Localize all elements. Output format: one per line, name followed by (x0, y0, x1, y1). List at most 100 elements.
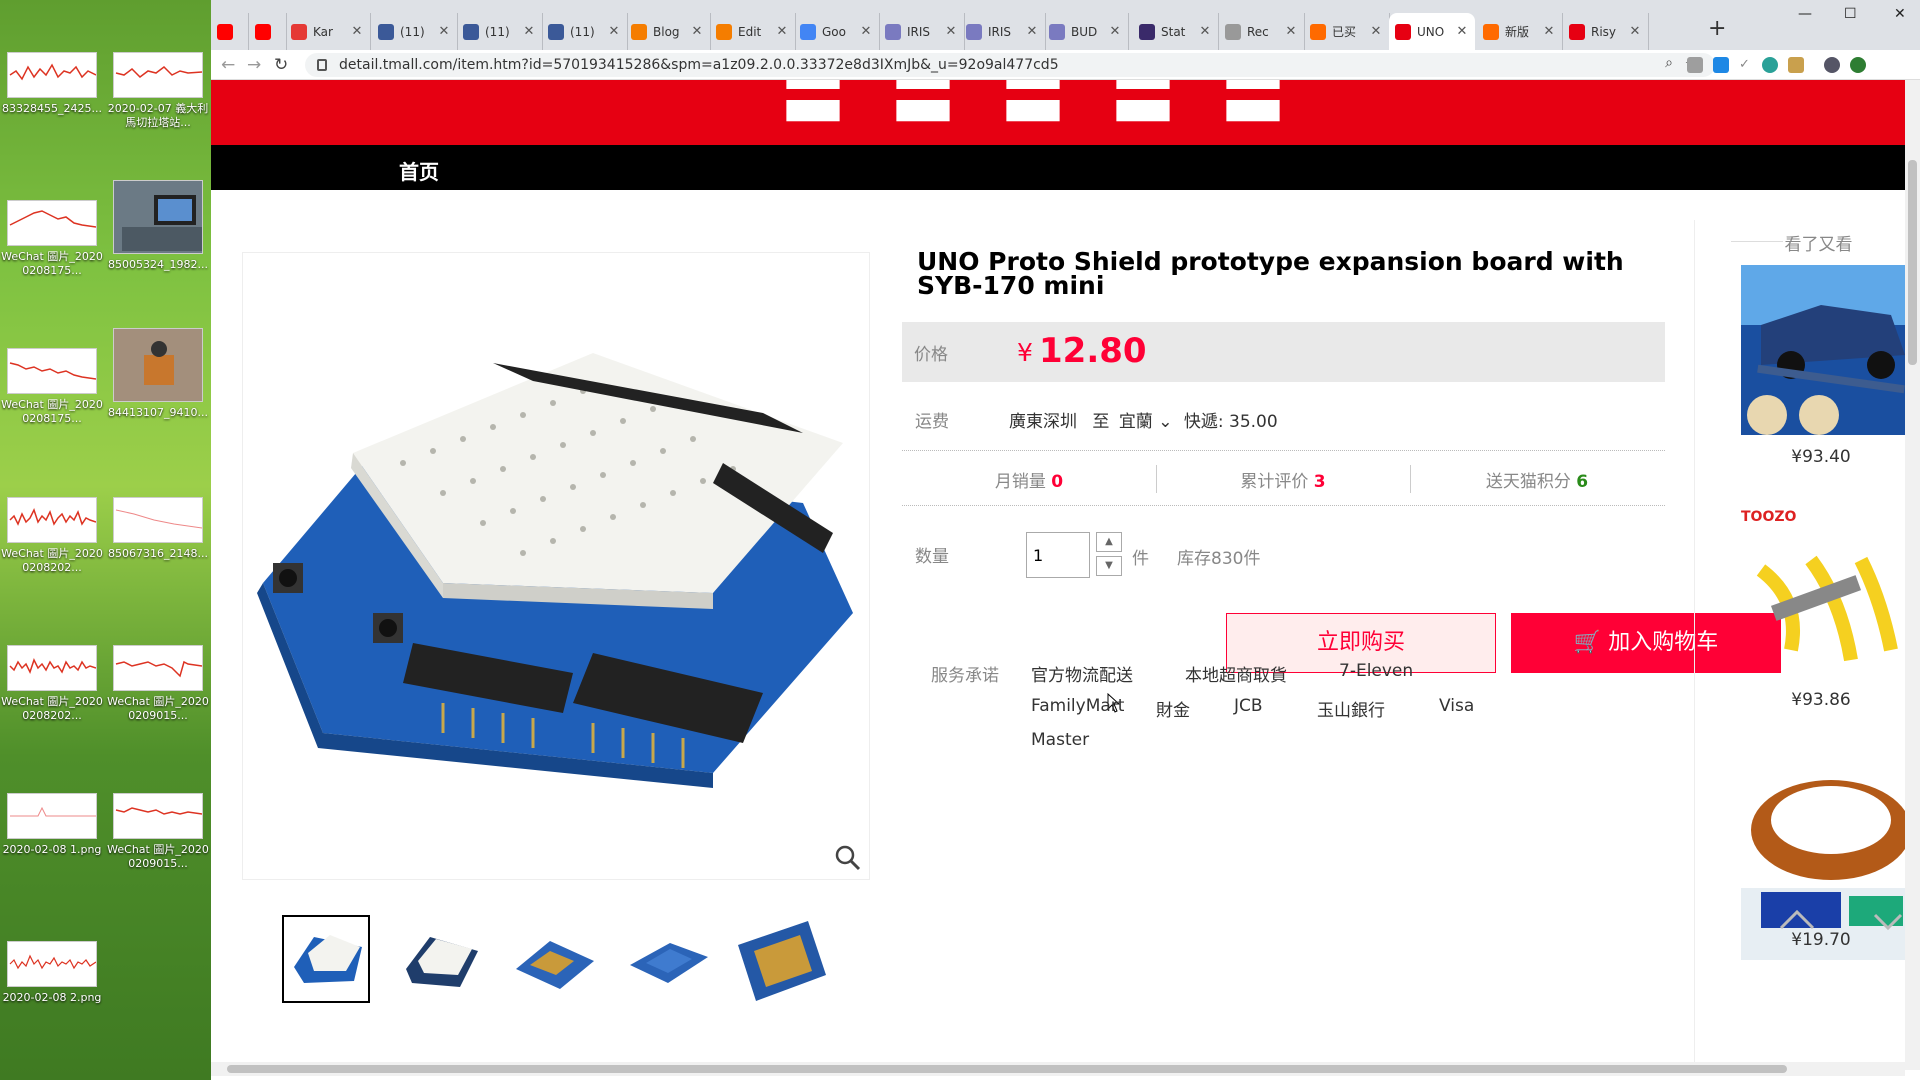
browser-tab[interactable]: (11) ✕ (372, 13, 458, 50)
product-thumbnail[interactable] (624, 915, 712, 1003)
product-thumbnail[interactable] (738, 915, 826, 1003)
desktop-file-icon[interactable]: WeChat 圖片_20200209015... (106, 645, 210, 723)
facebook-icon (463, 23, 479, 40)
quantity-increase-button[interactable]: ▲ (1096, 532, 1122, 552)
close-tab-icon[interactable]: ✕ (607, 24, 621, 39)
zoom-icon[interactable]: ⌕ (1665, 55, 1673, 71)
browser-tab[interactable]: Risy ✕ (1563, 13, 1649, 50)
browser-tab[interactable]: Stat ✕ (1133, 13, 1219, 50)
back-button[interactable]: ← (221, 55, 235, 75)
address-bar[interactable]: detail.tmall.com/item.htm?id=57019341528… (305, 53, 1715, 77)
scroll-up-icon[interactable] (1779, 908, 1815, 930)
check-extension-icon[interactable]: ✓ (1739, 57, 1755, 73)
close-tab-icon[interactable]: ✕ (1284, 24, 1298, 39)
extension-off-icon[interactable] (1713, 57, 1729, 73)
vertical-scrollbar[interactable] (1905, 80, 1920, 1070)
desktop-file-icon[interactable]: 85005324_1982... (106, 180, 210, 272)
chevron-down-icon[interactable] (1873, 913, 1903, 931)
service-item[interactable]: 玉山銀行 (1317, 696, 1385, 721)
desktop-file-icon[interactable]: 83328455_2425... (0, 52, 104, 116)
product-thumbnail[interactable] (282, 915, 370, 1003)
service-item[interactable]: JCB (1234, 696, 1263, 716)
browser-tab[interactable]: Edit ✕ (710, 13, 796, 50)
close-tab-icon[interactable]: ✕ (1198, 24, 1212, 39)
service-item[interactable]: 官方物流配送 (1031, 661, 1133, 686)
desktop-file-icon[interactable]: 2020-02-07 義大利馬切拉塔站... (106, 52, 210, 130)
extension-badge-icon[interactable] (1762, 57, 1778, 73)
close-tab-icon[interactable]: ✕ (1628, 24, 1642, 39)
browser-tab[interactable]: 新版 ✕ (1477, 13, 1563, 50)
browser-tab[interactable]: BUD ✕ (1043, 13, 1129, 50)
close-tab-icon[interactable]: ✕ (1369, 24, 1383, 39)
desktop-file-icon[interactable]: WeChat 圖片_20200209015... (106, 793, 210, 871)
services-label: 服务承诺 (931, 666, 999, 686)
maximize-button[interactable]: ☐ (1844, 6, 1857, 22)
browser-tab[interactable]: Goo ✕ (794, 13, 880, 50)
zoom-magnifier-icon[interactable] (835, 845, 861, 871)
browser-tab[interactable]: (11) ✕ (457, 13, 543, 50)
desktop-file-icon[interactable]: WeChat 圖片_20200208202... (0, 497, 104, 575)
recommended-item[interactable]: ¥93.40 (1741, 265, 1905, 470)
browser-tab[interactable]: Blog ✕ (625, 13, 711, 50)
close-tab-icon[interactable]: ✕ (350, 24, 364, 39)
product-thumbnail[interactable] (396, 915, 484, 1003)
service-item[interactable]: 財金 (1156, 696, 1190, 721)
browser-tab[interactable]: UNO ✕ (1389, 13, 1475, 50)
new-tab-button[interactable]: + (1708, 16, 1726, 41)
quantity-input[interactable] (1026, 532, 1090, 578)
scrollbar-thumb[interactable] (1908, 160, 1917, 365)
chart-thumbnail (7, 497, 97, 543)
browser-tab[interactable] (249, 13, 287, 50)
close-tab-icon[interactable]: ✕ (437, 24, 451, 39)
minimize-button[interactable]: — (1798, 6, 1812, 22)
browser-tab[interactable]: 已买 ✕ (1304, 13, 1390, 50)
service-item[interactable]: 本地超商取貨 (1185, 661, 1287, 686)
browser-tab[interactable]: IRIS ✕ (879, 13, 965, 50)
close-tab-icon[interactable]: ✕ (775, 24, 789, 39)
browser-tab[interactable]: IRIS ✕ (960, 13, 1046, 50)
extension-icon[interactable] (1687, 57, 1703, 73)
product-main-image[interactable] (242, 252, 870, 880)
extension-icon[interactable] (1788, 57, 1804, 73)
google-translate-icon (800, 23, 816, 40)
desktop-file-icon[interactable]: 84413107_9410... (106, 328, 210, 420)
review-count[interactable]: 累计评价 3 (1156, 467, 1410, 492)
reload-button[interactable]: ↻ (274, 55, 288, 75)
service-item[interactable]: 7-Eleven (1339, 661, 1413, 681)
forward-button[interactable]: → (247, 55, 261, 75)
close-tab-icon[interactable]: ✕ (522, 24, 536, 39)
browser-tab[interactable]: Kar ✕ (285, 13, 371, 50)
desktop-file-icon[interactable]: WeChat 圖片_20200208202... (0, 645, 104, 723)
close-tab-icon[interactable]: ✕ (859, 24, 873, 39)
desktop-file-icon[interactable]: 2020-02-08 1.png (0, 793, 104, 857)
browser-tab[interactable]: Rec ✕ (1219, 13, 1305, 50)
desktop-file-icon[interactable]: 2020-02-08 2.png (0, 941, 104, 1005)
service-item[interactable]: FamilyMart (1031, 696, 1124, 716)
browser-tab[interactable] (211, 13, 249, 50)
desktop-file-icon[interactable]: 85067316_2148... (106, 497, 210, 561)
close-window-button[interactable]: ✕ (1894, 6, 1906, 22)
shipping-destination-select[interactable]: 宜蘭 ⌄ (1119, 412, 1173, 432)
service-item[interactable]: Visa (1439, 696, 1474, 716)
close-tab-icon[interactable]: ✕ (1542, 24, 1556, 39)
desktop-file-icon[interactable]: WeChat 圖片_20200208175... (0, 200, 104, 278)
recommended-item[interactable]: TOOZO ¥93.86 (1741, 505, 1905, 715)
desktop-file-icon[interactable]: WeChat 圖片_20200208175... (0, 348, 104, 426)
horizontal-scrollbar[interactable] (211, 1062, 1905, 1076)
close-tab-icon[interactable]: ✕ (690, 24, 704, 39)
scrollbar-thumb[interactable] (227, 1065, 1787, 1073)
close-tab-icon[interactable]: ✕ (1108, 24, 1122, 39)
nav-home-link[interactable]: 首页 (399, 156, 439, 185)
profile-avatar-icon[interactable] (1824, 57, 1840, 73)
url-text: detail.tmall.com/item.htm?id=57019341528… (339, 57, 1059, 73)
close-tab-icon[interactable]: ✕ (1455, 24, 1469, 39)
quantity-decrease-button[interactable]: ▼ (1096, 556, 1122, 576)
browser-tab[interactable]: (11) ✕ (542, 13, 628, 50)
update-icon[interactable] (1850, 57, 1866, 73)
service-item[interactable]: Master (1031, 730, 1089, 750)
product-thumbnail[interactable] (510, 915, 598, 1003)
chart-thumbnail (7, 348, 97, 394)
close-tab-icon[interactable]: ✕ (1025, 24, 1039, 39)
chart-thumbnail (113, 497, 203, 543)
close-tab-icon[interactable]: ✕ (944, 24, 958, 39)
